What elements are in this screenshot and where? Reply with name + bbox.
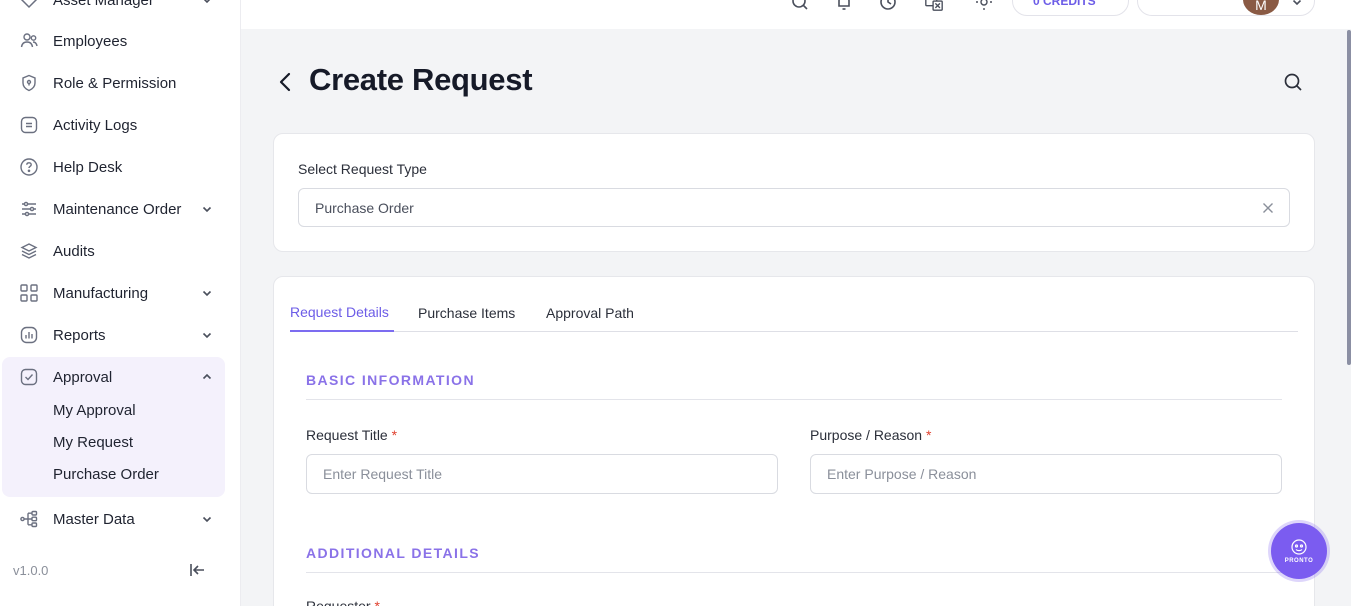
help-icon	[19, 157, 39, 177]
layers-icon	[19, 241, 39, 261]
check-square-icon	[19, 367, 39, 387]
requester-label: Requester *	[306, 598, 380, 606]
tag-icon	[19, 0, 39, 10]
request-title-label: Request Title *	[306, 427, 397, 443]
chevron-down-icon[interactable]	[199, 511, 215, 527]
sidebar-item-approval[interactable]: Approval	[0, 357, 241, 397]
sidebar-item-label: Approval	[53, 368, 113, 386]
request-type-label: Select Request Type	[298, 161, 427, 177]
sidebar-item-label: Reports	[53, 326, 106, 344]
sun-icon[interactable]	[974, 0, 994, 12]
users-icon	[19, 31, 39, 51]
log-icon	[19, 115, 39, 135]
required-mark: *	[374, 598, 380, 606]
sidebar-item-label: Employees	[53, 32, 128, 50]
collapse-sidebar-icon[interactable]	[186, 559, 208, 581]
sidebar: Asset Manager Employees Role & Permissio…	[0, 0, 241, 606]
chevron-down-icon[interactable]	[199, 201, 215, 217]
sidebar-subitem-purchase-order[interactable]: Purchase Order	[53, 466, 159, 483]
sidebar-item-help-desk[interactable]: Help Desk	[0, 147, 241, 187]
sidebar-item-label: Help Desk	[53, 158, 123, 176]
tabs-divider	[290, 331, 1298, 332]
credits-button[interactable]: 0 CREDITS	[1012, 0, 1129, 16]
purpose-input[interactable]	[810, 454, 1282, 494]
sidebar-item-manufacturing[interactable]: Manufacturing	[0, 273, 241, 313]
tab-approval-path[interactable]: Approval Path	[546, 305, 634, 321]
sidebar-subitem-my-request[interactable]: My Request	[53, 434, 133, 451]
sidebar-item-label: Activity Logs	[53, 116, 138, 134]
back-button[interactable]	[273, 69, 297, 95]
sidebar-item-label: Audits	[53, 242, 95, 260]
sidebar-item-activity-logs[interactable]: Activity Logs	[0, 105, 241, 145]
tree-icon	[19, 509, 39, 529]
sidebar-item-employees[interactable]: Employees	[0, 21, 241, 61]
bell-icon[interactable]	[834, 0, 854, 12]
sidebar-subitem-my-approval[interactable]: My Approval	[53, 402, 136, 419]
request-type-select[interactable]: Purchase Order	[298, 188, 1290, 227]
sidebar-item-asset-manager[interactable]: Asset Manager	[0, 0, 241, 20]
sidebar-item-label: Asset Manager	[53, 0, 154, 9]
sidebar-item-reports[interactable]: Reports	[0, 315, 241, 355]
chevron-down-icon[interactable]	[199, 285, 215, 301]
assistant-fab[interactable]: PRONTO	[1271, 523, 1327, 579]
assistant-icon	[1291, 539, 1307, 555]
app-version: v1.0.0	[13, 563, 49, 578]
chart-icon	[19, 325, 39, 345]
required-mark: *	[391, 427, 398, 443]
tab-purchase-items[interactable]: Purchase Items	[418, 305, 515, 321]
scrollbar-thumb[interactable]	[1347, 30, 1351, 365]
page-search-icon[interactable]	[1281, 70, 1305, 94]
request-title-input[interactable]	[306, 454, 778, 494]
additional-details-title: ADDITIONAL DETAILS	[306, 545, 481, 561]
assistant-label: PRONTO	[1284, 558, 1314, 564]
grid-icon	[19, 283, 39, 303]
avatar-initial: M	[1255, 0, 1267, 13]
sidebar-item-label: Manufacturing	[53, 284, 149, 302]
page-title: Create Request	[309, 62, 533, 97]
search-icon[interactable]	[790, 0, 810, 12]
section-divider	[306, 399, 1282, 400]
sliders-icon	[19, 199, 39, 219]
purpose-label-text: Purpose / Reason	[810, 427, 923, 443]
chevron-down-icon[interactable]	[199, 327, 215, 343]
section-divider	[306, 572, 1282, 573]
required-mark: *	[925, 427, 932, 443]
purpose-label: Purpose / Reason *	[810, 427, 931, 443]
shield-icon	[19, 73, 39, 93]
sidebar-item-label: Maintenance Order	[53, 200, 182, 218]
sidebar-item-role-permission[interactable]: Role & Permission	[0, 63, 241, 103]
clear-icon[interactable]	[1261, 201, 1275, 215]
sidebar-item-maintenance-order[interactable]: Maintenance Order	[0, 189, 241, 229]
sidebar-item-master-data[interactable]: Master Data	[0, 499, 241, 539]
credits-label: 0 CREDITS	[1033, 0, 1096, 8]
clock-icon[interactable]	[878, 0, 898, 12]
requester-label-text: Requester	[306, 598, 371, 606]
chevron-down-icon[interactable]	[1287, 0, 1307, 12]
active-tab-indicator	[290, 330, 394, 332]
chevron-down-icon[interactable]	[199, 0, 215, 8]
basic-information-title: BASIC INFORMATION	[306, 372, 475, 388]
sidebar-item-label: Master Data	[53, 510, 135, 528]
request-title-label-text: Request Title	[306, 427, 388, 443]
chevron-up-icon[interactable]	[199, 369, 215, 385]
request-type-value: Purchase Order	[315, 200, 414, 216]
sidebar-item-label: Role & Permission	[53, 74, 177, 92]
tab-request-details[interactable]: Request Details	[290, 304, 389, 320]
sidebar-item-audits[interactable]: Audits	[0, 231, 241, 271]
excel-icon[interactable]	[924, 0, 944, 12]
